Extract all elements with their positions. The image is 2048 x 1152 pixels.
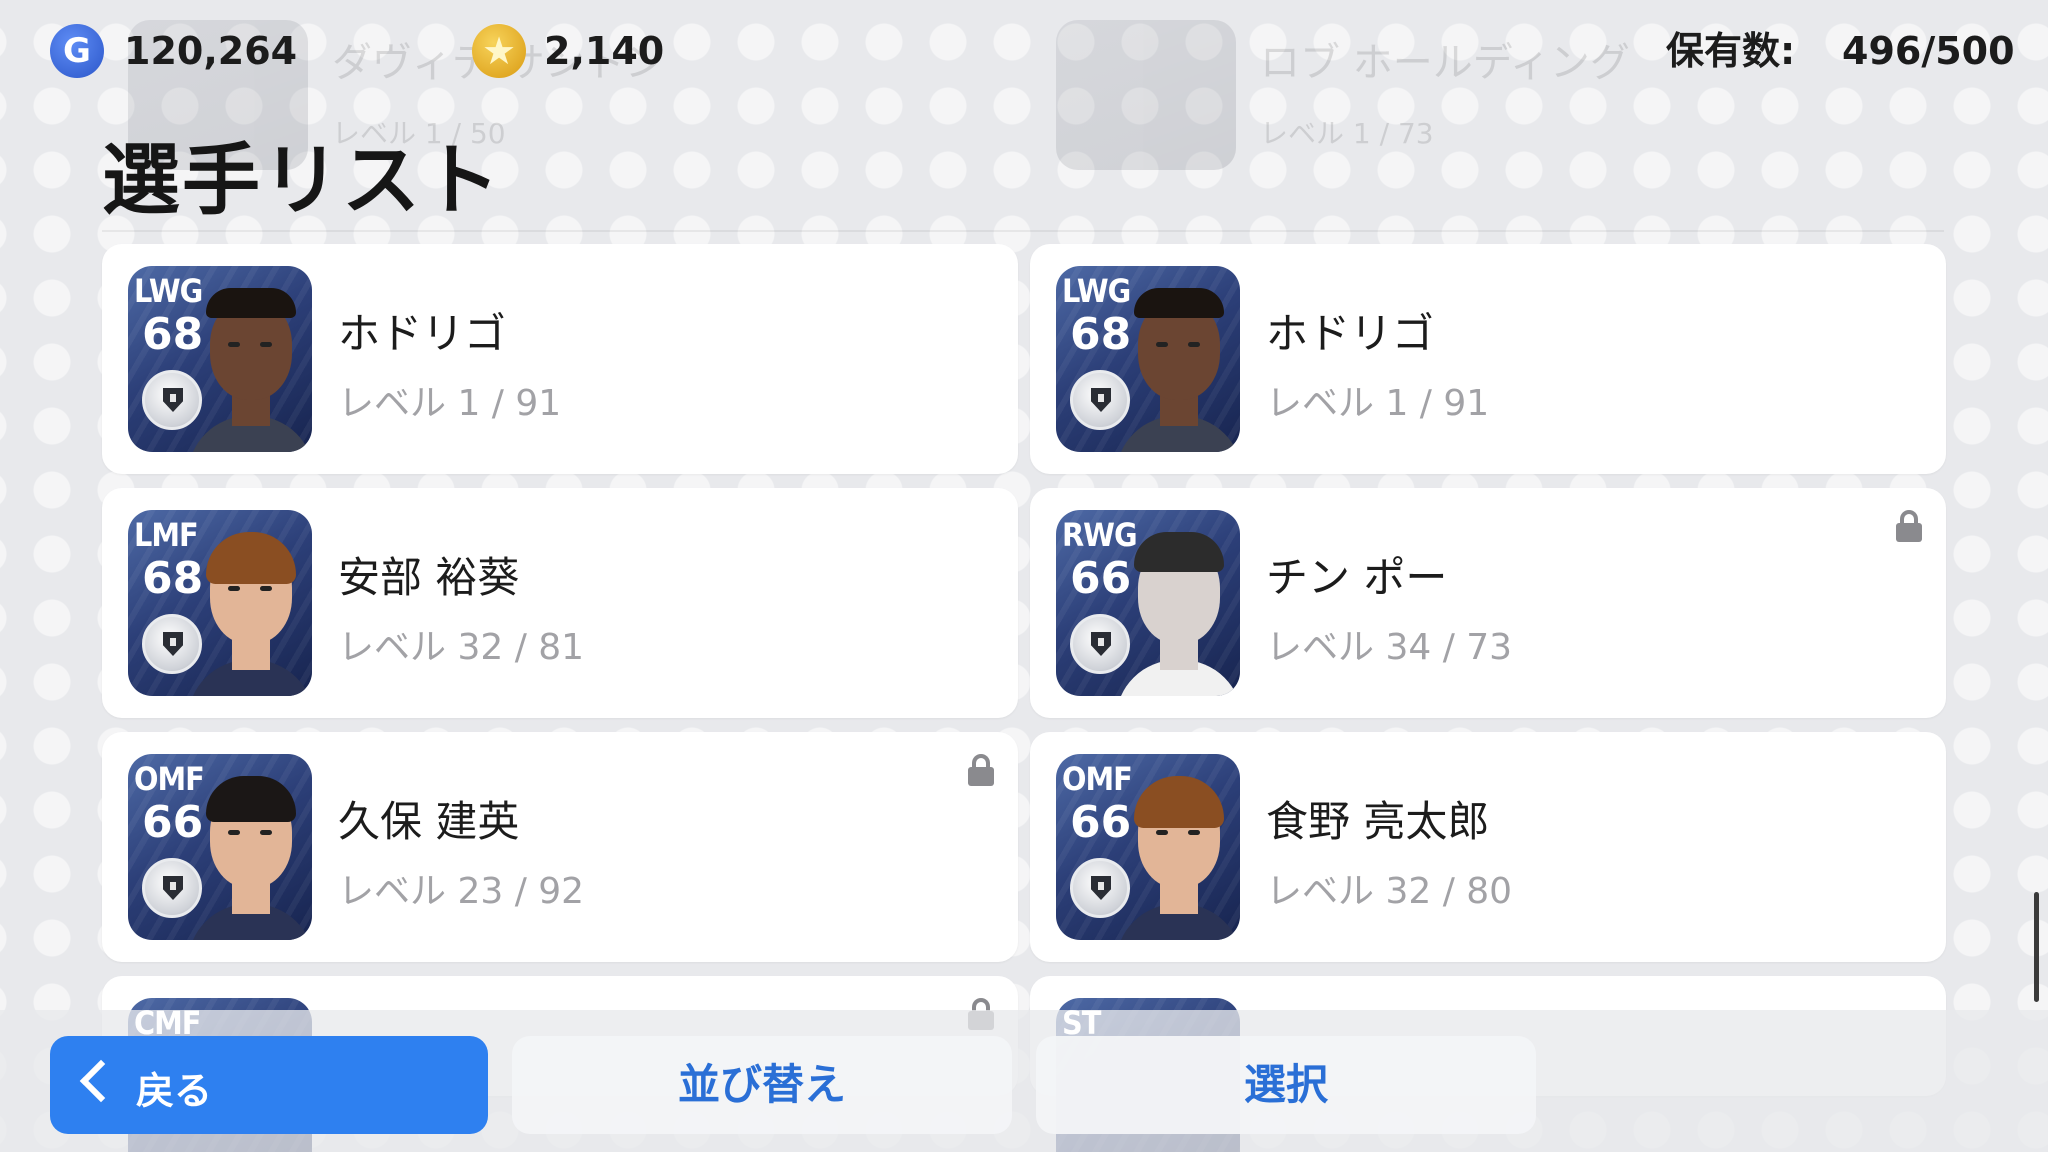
position-label: LWG xyxy=(1062,272,1131,310)
player-list-screen: ダヴィデ サントン レベル 1 / 50 ロブ ホールディング レベル 1 / … xyxy=(0,0,2048,1152)
player-list-item[interactable]: RWG 66 チン ポー レベル 34 / 73 xyxy=(1030,488,1946,718)
team-badge-icon xyxy=(142,858,202,918)
position-label: OMF xyxy=(134,760,205,798)
player-card-image: LWG 68 xyxy=(128,266,312,452)
overall-rating: 66 xyxy=(1070,797,1132,848)
chevron-left-icon xyxy=(79,1059,123,1103)
player-level: レベル 32 / 81 xyxy=(338,627,585,668)
player-card-image: LMF 68 xyxy=(128,510,312,696)
player-portrait xyxy=(188,762,312,940)
player-portrait xyxy=(188,274,312,452)
player-level: レベル 1 / 91 xyxy=(338,383,562,424)
scrollbar[interactable] xyxy=(2034,892,2039,1002)
player-name: チン ポー xyxy=(1266,553,1448,602)
player-name: 久保 建英 xyxy=(338,797,520,846)
lock-icon xyxy=(968,754,994,786)
page-title: 選手リスト xyxy=(102,136,503,226)
player-card-image: OMF 66 xyxy=(128,754,312,940)
player-list-item[interactable]: OMF 66 久保 建英 レベル 23 / 92 xyxy=(102,732,1018,962)
overall-rating: 66 xyxy=(142,797,204,848)
position-label: RWG xyxy=(1062,516,1138,554)
team-badge-icon xyxy=(1070,370,1130,430)
gp-amount: 120,264 xyxy=(124,29,298,73)
player-portrait xyxy=(1116,274,1240,452)
player-list-item[interactable]: LMF 68 安部 裕葵 レベル 32 / 81 xyxy=(102,488,1018,718)
overall-rating: 66 xyxy=(1070,553,1132,604)
position-label: LWG xyxy=(134,272,203,310)
position-label: OMF xyxy=(1062,760,1133,798)
title-divider xyxy=(102,230,1944,232)
player-portrait xyxy=(1116,762,1240,940)
player-level: レベル 32 / 80 xyxy=(1266,871,1513,912)
player-name: ホドリゴ xyxy=(338,309,507,358)
team-badge-icon xyxy=(1070,614,1130,674)
coin-icon: ★ xyxy=(472,24,526,78)
owned-count-value: 496/500 xyxy=(1842,29,2015,73)
team-badge-icon xyxy=(1070,858,1130,918)
back-button-label: 戻る xyxy=(136,1069,213,1113)
player-list-item[interactable]: OMF 66 食野 亮太郎 レベル 32 / 80 xyxy=(1030,732,1946,962)
position-label: ST xyxy=(1062,1004,1101,1042)
player-level: レベル 1 / 91 xyxy=(1266,383,1490,424)
lock-icon xyxy=(1896,510,1922,542)
coin-amount: 2,140 xyxy=(544,29,665,73)
player-level: レベル 34 / 73 xyxy=(1266,627,1513,668)
position-label: LMF xyxy=(134,516,199,554)
player-card-image: RWG 66 xyxy=(1056,510,1240,696)
overall-rating: 68 xyxy=(1070,309,1132,360)
status-bar: G 120,264 ★ 2,140 保有数: 496/500 xyxy=(0,0,2048,100)
team-badge-icon xyxy=(142,614,202,674)
player-list-item[interactable]: LWG 68 ホドリゴ レベル 1 / 91 xyxy=(102,244,1018,474)
player-name: 食野 亮太郎 xyxy=(1266,797,1490,846)
sort-button[interactable]: 並び替え xyxy=(512,1036,1012,1134)
position-label: CMF xyxy=(134,1004,201,1042)
player-list-item[interactable]: LWG 68 ホドリゴ レベル 1 / 91 xyxy=(1030,244,1946,474)
player-name: 安部 裕葵 xyxy=(338,553,520,602)
select-button[interactable]: 選択 xyxy=(1036,1036,1536,1134)
player-card-image: OMF 66 xyxy=(1056,754,1240,940)
overall-rating: 68 xyxy=(142,309,204,360)
player-name: ホドリゴ xyxy=(1266,309,1435,358)
background-player-level: レベル 1 / 73 xyxy=(1260,117,1434,150)
back-button[interactable]: 戻る xyxy=(50,1036,488,1134)
player-level: レベル 23 / 92 xyxy=(338,871,585,912)
team-badge-icon xyxy=(142,370,202,430)
player-portrait xyxy=(188,518,312,696)
player-card-image: LWG 68 xyxy=(1056,266,1240,452)
gp-icon: G xyxy=(50,24,104,78)
overall-rating: 68 xyxy=(142,553,204,604)
owned-count-label: 保有数: xyxy=(1666,29,1796,73)
